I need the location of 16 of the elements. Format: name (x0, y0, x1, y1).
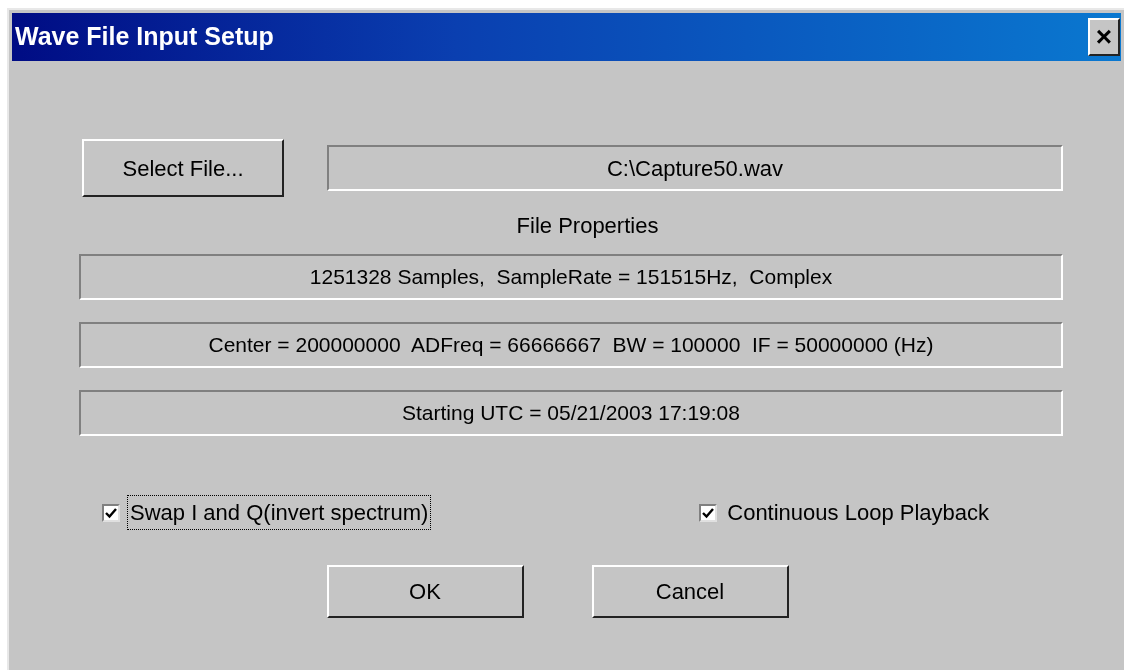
section-heading: File Properties (516, 212, 659, 240)
checkbox[interactable] (102, 503, 120, 522)
property-field: 1251328 Samples, SampleRate = 151515Hz, Complex (79, 254, 1063, 300)
checkbox-label: Continuous Loop Playback (726, 499, 990, 527)
checkbox-label: Swap I and Q(invert spectrum) (128, 496, 431, 529)
close-button[interactable]: × (1088, 18, 1120, 56)
file-path-field: C:\Capture50.wav (327, 145, 1063, 191)
checkmark-icon (105, 506, 117, 519)
select-file-button[interactable]: Select File... (82, 139, 284, 197)
window-title: Wave File Input Setup (15, 21, 274, 53)
checkmark-icon (702, 506, 715, 519)
checkbox[interactable] (699, 503, 718, 522)
dialog-button[interactable]: Cancel (591, 565, 789, 618)
property-field: Starting UTC = 05/21/2003 17:19:08 (79, 390, 1063, 436)
dialog-button[interactable]: OK (326, 565, 524, 618)
property-field: Center = 200000000 ADFreq = 66666667 BW = 100000 IF = 50000000 (Hz) (79, 322, 1063, 368)
